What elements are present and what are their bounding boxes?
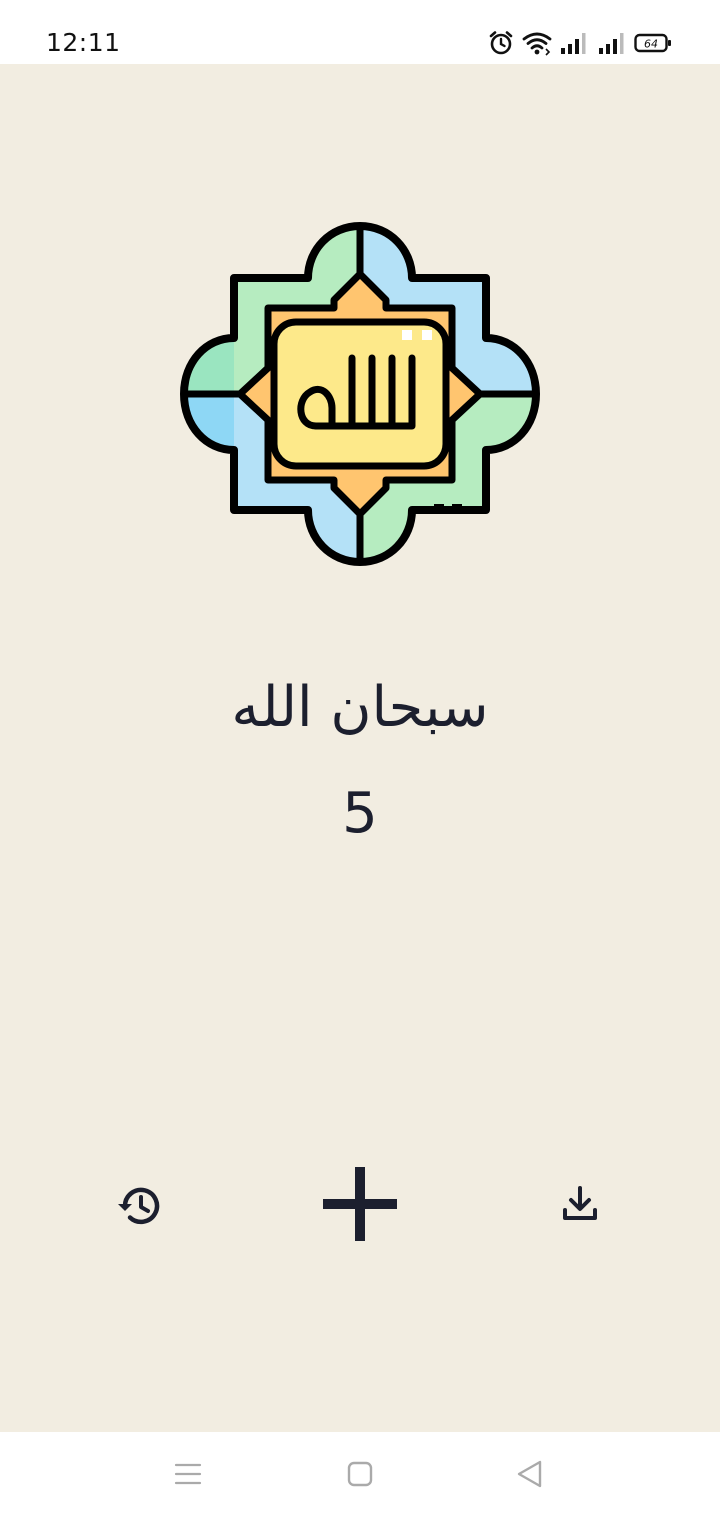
back-triangle-icon bbox=[517, 1460, 542, 1488]
wifi-icon bbox=[522, 32, 552, 56]
dhikr-text: سبحان الله bbox=[231, 675, 489, 740]
count-display: 5 bbox=[342, 781, 378, 846]
home-square-icon bbox=[347, 1461, 373, 1487]
home-button[interactable] bbox=[344, 1458, 376, 1494]
signal-icon bbox=[599, 33, 624, 54]
system-nav-bar bbox=[0, 1432, 720, 1520]
status-clock: 12:11 bbox=[46, 28, 121, 57]
alarm-icon bbox=[489, 31, 513, 55]
increment-button[interactable] bbox=[320, 1164, 400, 1244]
save-button[interactable] bbox=[558, 1182, 602, 1226]
allah-calligraphy-emblem bbox=[180, 222, 540, 566]
history-icon bbox=[118, 1187, 160, 1225]
battery-icon: 64 bbox=[634, 33, 671, 53]
status-icons: 64 bbox=[488, 30, 678, 60]
status-bar: 12:11 64 bbox=[0, 0, 720, 64]
main-content: سبحان الله 5 bbox=[0, 64, 720, 1432]
menu-icon bbox=[174, 1463, 202, 1485]
download-icon bbox=[563, 1186, 597, 1220]
signal-icon bbox=[561, 33, 586, 54]
menu-button[interactable] bbox=[172, 1458, 204, 1494]
battery-level: 64 bbox=[644, 38, 658, 51]
plus-icon bbox=[323, 1167, 397, 1241]
back-button[interactable] bbox=[514, 1458, 546, 1494]
reset-button[interactable] bbox=[116, 1182, 164, 1230]
